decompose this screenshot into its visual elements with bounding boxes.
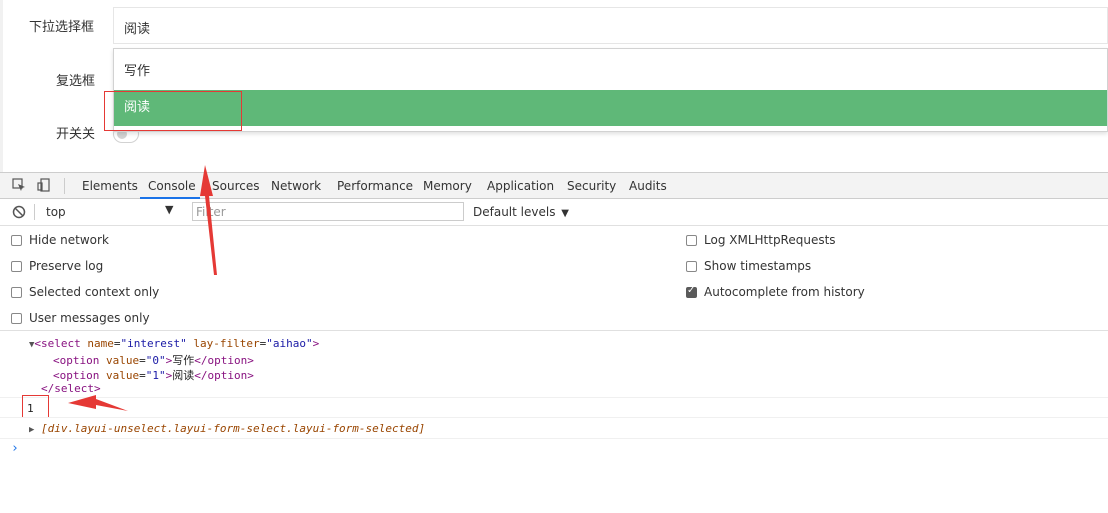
annotation-box-output	[22, 395, 49, 418]
select-input[interactable]: 阅读	[113, 7, 1108, 44]
tab-performance[interactable]: Performance	[337, 179, 413, 193]
context-value: top	[46, 205, 66, 219]
default-levels-dropdown[interactable]: Default levels ▼	[473, 205, 569, 219]
setting-label: Log XMLHttpRequests	[704, 233, 836, 247]
console-divider	[0, 417, 1108, 418]
setting-label: Selected context only	[29, 285, 160, 299]
select-label: 下拉选择框	[29, 20, 95, 35]
console-prompt-icon[interactable]: ›	[11, 441, 19, 456]
setting-selected-context[interactable]: Selected context only	[11, 285, 159, 299]
console-toolbar: top ▼ Default levels ▼	[0, 199, 1108, 226]
levels-chevron-icon: ▼	[561, 208, 569, 219]
toolbar-separator	[34, 204, 35, 220]
checkbox[interactable]	[11, 286, 22, 298]
tab-console[interactable]: Console	[148, 179, 196, 193]
switch-label: 开关关	[56, 127, 96, 142]
setting-autocomplete-history[interactable]: Autocomplete from history	[686, 285, 865, 299]
context-select[interactable]: top ▼	[38, 203, 182, 221]
setting-user-messages[interactable]: User messages only	[11, 311, 150, 325]
console-divider	[0, 397, 1108, 398]
tab-elements[interactable]: Elements	[82, 179, 138, 193]
console-option-0: <option value="0">写作</option>	[53, 354, 254, 367]
console-output: ▼<select name="interest" lay-filter="aih…	[0, 331, 1108, 513]
tab-audits[interactable]: Audits	[629, 179, 667, 193]
dropdown-option-reading[interactable]: 阅读	[114, 90, 1107, 126]
tab-network[interactable]: Network	[271, 179, 321, 193]
page-form-area: 下拉选择框 阅读 复选框 开关关 写作 阅读	[0, 0, 1108, 172]
checkbox[interactable]	[11, 260, 22, 272]
page-left-edge	[0, 0, 3, 172]
checkbox-label: 复选框	[56, 74, 96, 89]
checkbox[interactable]	[11, 234, 22, 246]
tab-separator	[64, 178, 65, 194]
console-divider	[0, 438, 1108, 439]
setting-label: User messages only	[29, 311, 150, 325]
annotation-box-option	[104, 91, 242, 131]
checkbox[interactable]	[11, 312, 22, 324]
context-dropdown-icon: ▼	[165, 203, 174, 216]
levels-label: Default levels	[473, 205, 556, 219]
console-div-output[interactable]: ▶ [div.layui-unselect.layui-form-select.…	[29, 422, 425, 435]
tab-security[interactable]: Security	[567, 179, 616, 193]
console-element-open[interactable]: ▼<select name="interest" lay-filter="aih…	[29, 337, 319, 350]
checkbox[interactable]	[686, 260, 697, 272]
setting-label: Autocomplete from history	[704, 285, 865, 299]
devtools-tabbar: Elements Console Sources Network Perform…	[0, 172, 1108, 199]
checkbox-checked[interactable]	[686, 285, 697, 298]
tab-memory[interactable]: Memory	[423, 179, 472, 193]
filter-input[interactable]	[192, 202, 464, 221]
select-dropdown: 写作 阅读	[113, 48, 1108, 132]
console-element-close: </select>	[41, 382, 101, 395]
expand-arrow-icon[interactable]: ▶	[29, 425, 34, 435]
tab-application[interactable]: Application	[487, 179, 554, 193]
setting-preserve-log[interactable]: Preserve log	[11, 259, 103, 273]
dropdown-option-writing[interactable]: 写作	[114, 54, 1107, 90]
setting-show-timestamps[interactable]: Show timestamps	[686, 259, 811, 273]
inspect-element-icon[interactable]	[12, 178, 26, 192]
setting-log-xhr[interactable]: Log XMLHttpRequests	[686, 233, 836, 247]
setting-label: Show timestamps	[704, 259, 812, 273]
console-option-1: <option value="1">阅读</option>	[53, 369, 254, 382]
select-current-value: 阅读	[124, 22, 151, 37]
console-settings: Hide network Preserve log Selected conte…	[0, 226, 1108, 331]
setting-label: Preserve log	[29, 259, 104, 273]
checkbox[interactable]	[686, 234, 697, 246]
setting-label: Hide network	[29, 233, 109, 247]
tab-sources[interactable]: Sources	[212, 179, 259, 193]
setting-hide-network[interactable]: Hide network	[11, 233, 109, 247]
clear-console-icon[interactable]	[12, 205, 26, 219]
device-toolbar-icon[interactable]	[37, 178, 51, 192]
